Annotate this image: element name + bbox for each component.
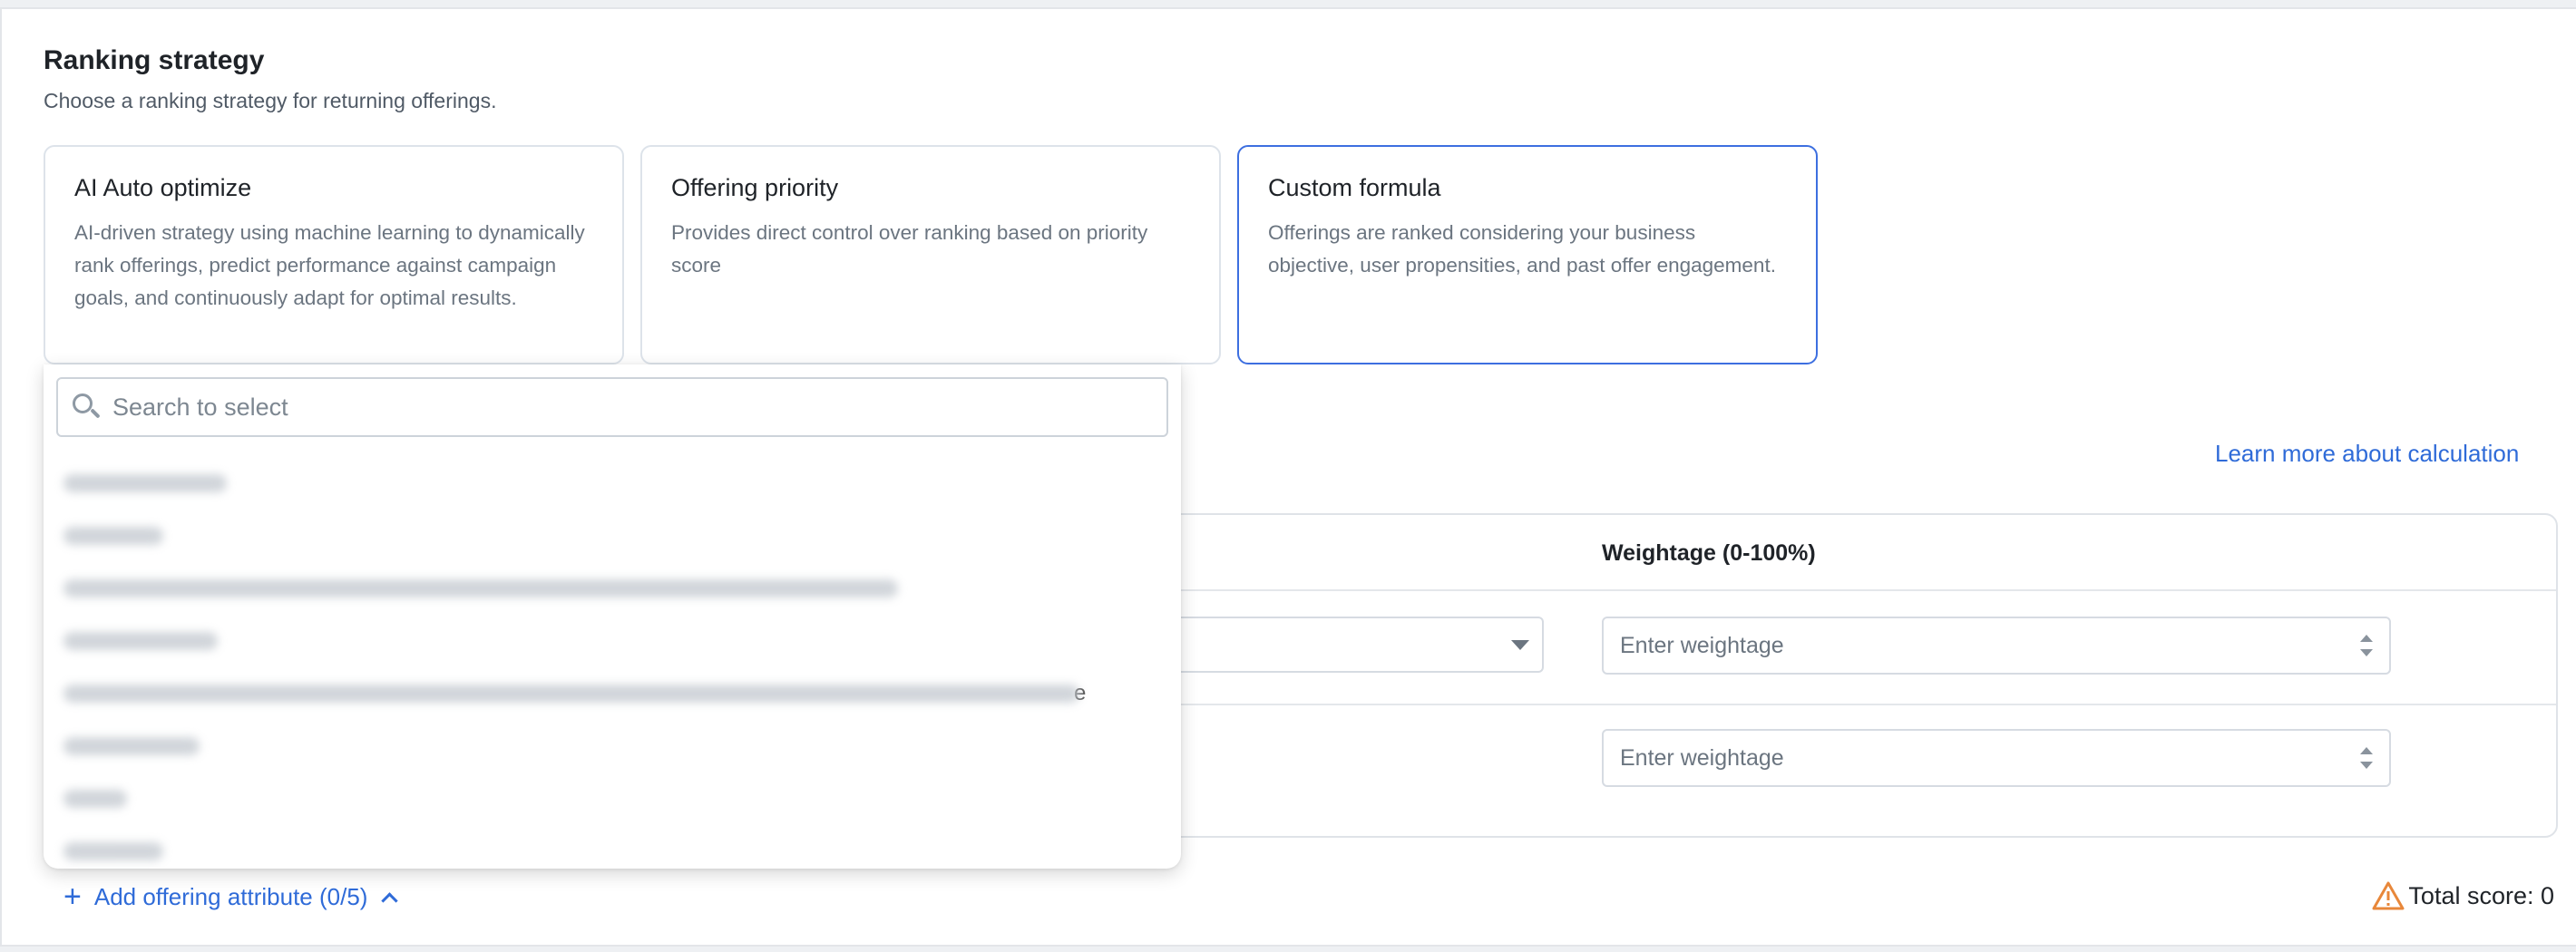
weightage-placeholder: Enter weightage (1620, 744, 1784, 771)
total-score-label: Total score: 0 (2408, 881, 2554, 909)
strategy-card-description: AI-driven strategy using machine learnin… (74, 221, 585, 309)
search-input[interactable] (112, 384, 1110, 430)
list-item[interactable] (63, 615, 1161, 667)
strategy-card-offering-priority[interactable]: Offering priority Provides direct contro… (640, 145, 1221, 364)
number-stepper[interactable] (2360, 635, 2373, 656)
weightage-input[interactable]: Enter weightage (1602, 729, 2391, 787)
list-item[interactable]: e (63, 667, 1161, 720)
stepper-up-icon[interactable] (2360, 635, 2373, 642)
list-item[interactable] (63, 457, 1161, 510)
strategy-card-description: Provides direct control over ranking bas… (671, 221, 1148, 277)
weightage-placeholder: Enter weightage (1620, 632, 1784, 658)
search-icon (71, 392, 102, 423)
section-subtitle: Choose a ranking strategy for returning … (44, 89, 497, 112)
dropdown-search[interactable] (56, 377, 1168, 437)
list-item[interactable] (63, 562, 1161, 615)
total-score: Total score: 0 (2372, 881, 2554, 910)
caret-down-icon (1511, 640, 1529, 650)
list-item[interactable] (63, 825, 1161, 869)
strategy-card-ai-auto-optimize[interactable]: AI Auto optimize AI-driven strategy usin… (44, 145, 624, 364)
ranking-strategy-panel: Ranking strategy Choose a ranking strate… (0, 7, 2576, 947)
section-title: Ranking strategy (44, 45, 265, 75)
stepper-up-icon[interactable] (2360, 747, 2373, 754)
stepper-down-icon[interactable] (2360, 762, 2373, 769)
strategy-card-title: Offering priority (671, 174, 839, 201)
list-item[interactable] (63, 720, 1161, 772)
number-stepper[interactable] (2360, 747, 2373, 769)
strategy-card-title: Custom formula (1268, 174, 1441, 201)
strategy-card-title: AI Auto optimize (74, 174, 252, 201)
chevron-up-icon (381, 891, 399, 909)
list-item[interactable] (63, 510, 1161, 562)
add-attribute-label: Add offering attribute (0/5) (93, 882, 368, 910)
dropdown-options: e (63, 457, 1161, 869)
list-item[interactable] (63, 772, 1161, 825)
stepper-down-icon[interactable] (2360, 649, 2373, 656)
add-offering-attribute-button[interactable]: + Add offering attribute (0/5) (63, 879, 399, 914)
learn-more-link[interactable]: Learn more about calculation (2215, 440, 2519, 468)
weightage-column-header: Weightage (0-100%) (1602, 540, 1816, 566)
strategy-card-description: Offerings are ranked considering your bu… (1268, 221, 1776, 277)
strategy-card-custom-formula[interactable]: Custom formula Offerings are ranked cons… (1237, 145, 1818, 364)
weightage-input[interactable]: Enter weightage (1602, 617, 2391, 675)
attribute-dropdown-menu: e (44, 364, 1181, 869)
plus-icon: + (63, 879, 82, 914)
warning-icon (2372, 881, 2405, 910)
